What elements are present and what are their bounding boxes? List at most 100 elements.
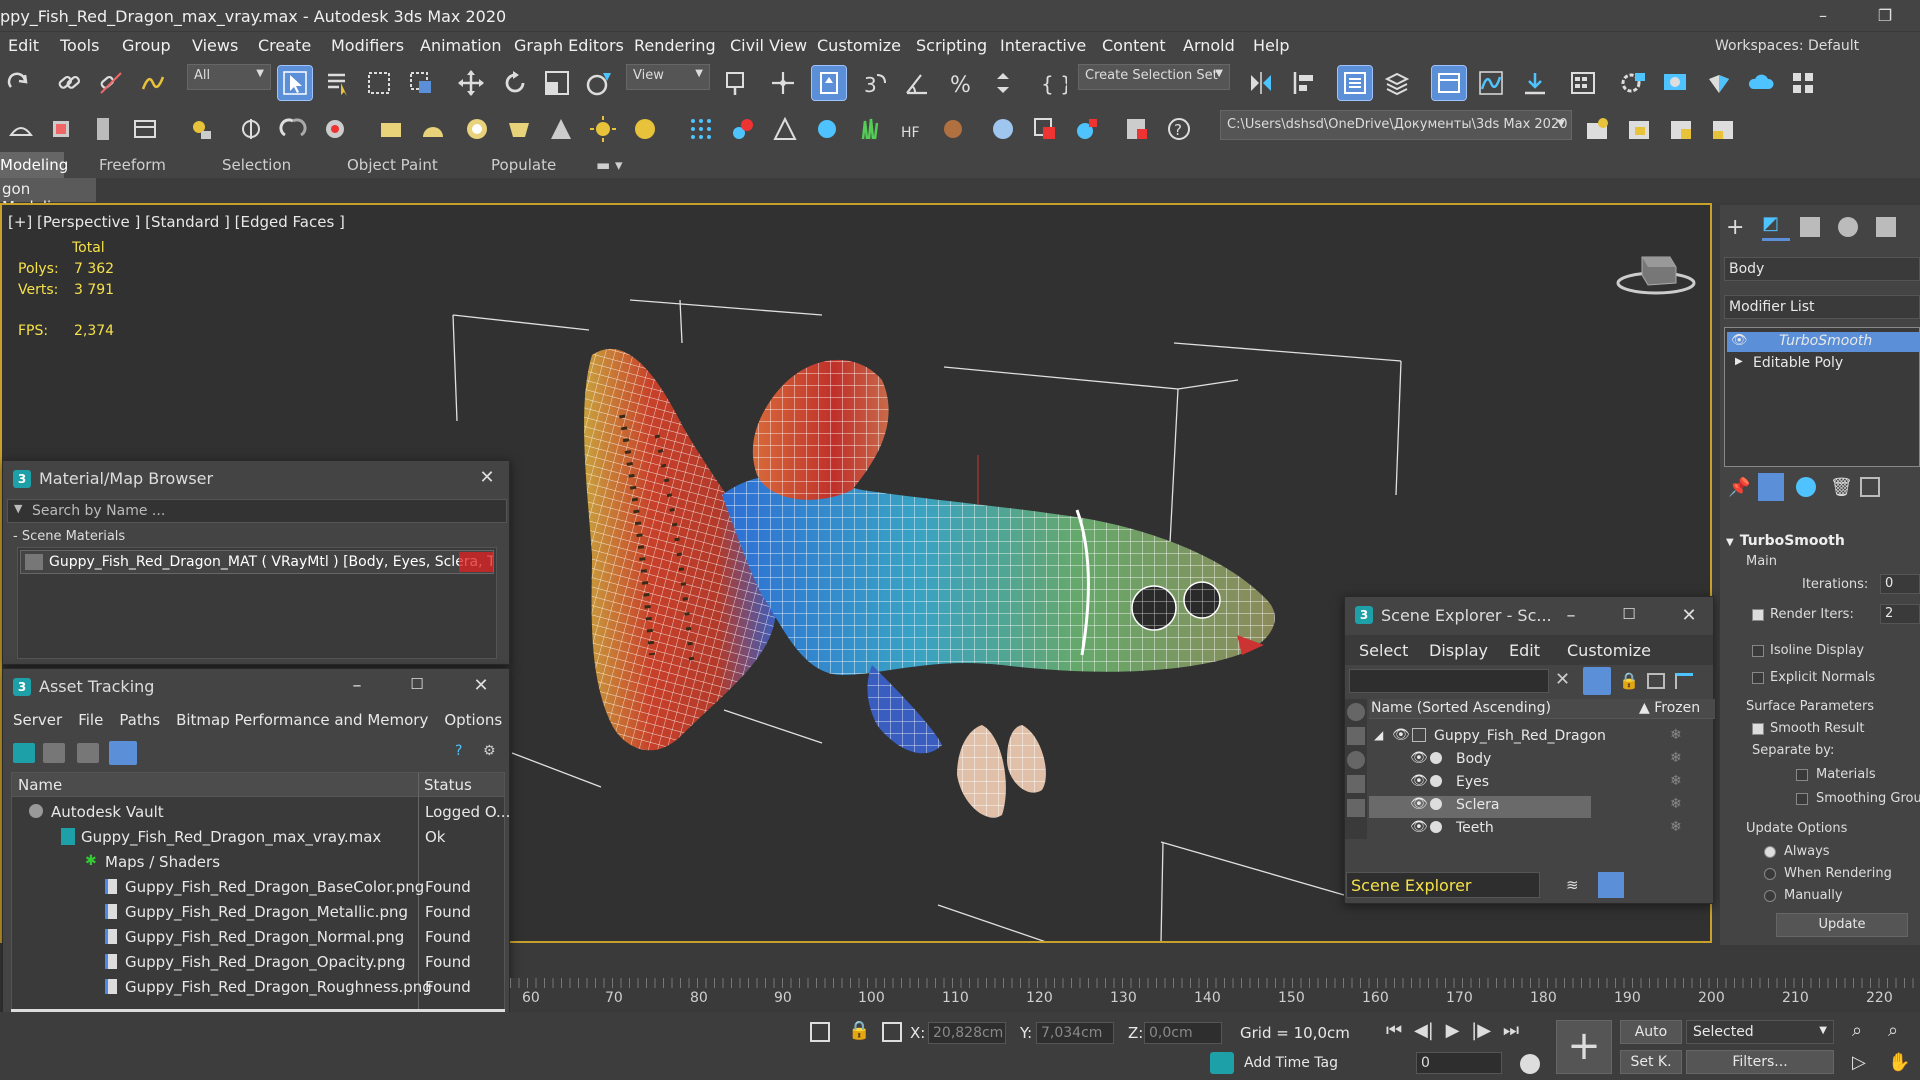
table-view-icon[interactable] xyxy=(77,743,99,763)
menu-content[interactable]: Content xyxy=(1102,36,1166,55)
select-and-manipulate-icon[interactable] xyxy=(766,66,800,100)
iterations-spinner[interactable]: 0 xyxy=(1880,574,1920,594)
go-to-end-icon[interactable]: ⏭ xyxy=(1503,1020,1519,1041)
expand-icon[interactable]: ◢ xyxy=(1374,728,1383,742)
hierarchy-icon[interactable] xyxy=(44,112,78,146)
modifier-item-turbosmooth[interactable]: 👁 TurboSmooth xyxy=(1727,332,1919,352)
menu-graph-editors[interactable]: Graph Editors xyxy=(514,36,624,55)
zoom-all-icon[interactable]: ⌕ xyxy=(1888,1020,1898,1041)
eye-icon[interactable]: 👁 xyxy=(1392,727,1410,743)
freeze-icon[interactable]: ❄ xyxy=(1670,796,1682,812)
close-icon[interactable]: ✕ xyxy=(1675,605,1703,629)
menu-rendering[interactable]: Rendering xyxy=(634,36,716,55)
wire-parameters-icon[interactable] xyxy=(234,112,268,146)
geometry-filter-icon[interactable] xyxy=(1347,703,1365,721)
save-folder-icon[interactable] xyxy=(1664,112,1698,146)
close-icon[interactable]: ✕ xyxy=(473,467,501,491)
pin-stack-icon[interactable]: 📌 xyxy=(1728,477,1750,498)
menu-edit[interactable]: Edit xyxy=(8,36,39,55)
render-production-icon[interactable] xyxy=(1702,66,1736,100)
unlink-icon[interactable] xyxy=(94,66,128,100)
configure-sets-icon[interactable] xyxy=(1860,477,1880,497)
help-icon[interactable]: ? xyxy=(455,743,475,763)
sun-icon[interactable] xyxy=(586,112,620,146)
explicit-normals-checkbox[interactable] xyxy=(1752,672,1764,684)
motion-tab-icon[interactable] xyxy=(1838,217,1858,237)
create-tab-icon[interactable]: + xyxy=(1726,215,1744,240)
open-folder-icon[interactable] xyxy=(1622,112,1656,146)
table-row[interactable]: Autodesk Vault Logged O... xyxy=(13,800,510,825)
materials-checkbox[interactable] xyxy=(1796,769,1808,781)
layer-toggle-icon[interactable] xyxy=(1675,673,1693,689)
modify-tab-icon[interactable]: ◩ xyxy=(1762,213,1790,241)
table-row[interactable]: Guppy_Fish_Red_Dragon_BaseColor.png Found xyxy=(13,875,505,900)
shapes-filter-icon[interactable] xyxy=(1347,727,1365,745)
set-key-button[interactable]: Set K. xyxy=(1620,1050,1682,1074)
material-editor-icon[interactable] xyxy=(1566,66,1600,100)
export-folder-icon[interactable] xyxy=(1706,112,1740,146)
percent-snap-icon[interactable]: % xyxy=(944,66,978,100)
maximize-icon[interactable]: ☐ xyxy=(1615,605,1643,629)
table-row[interactable]: Guppy_Fish_Red_Dragon_Roughness.png Found xyxy=(13,975,505,1000)
absolute-mode-icon[interactable] xyxy=(882,1022,902,1042)
display-tab-icon[interactable] xyxy=(1876,217,1896,237)
minimize-icon[interactable]: – xyxy=(343,675,371,699)
menu-create[interactable]: Create xyxy=(258,36,311,55)
edit-named-selection-icon[interactable]: { } xyxy=(1036,66,1070,100)
field-of-view-icon[interactable]: ▷ xyxy=(1852,1052,1866,1073)
rotate-icon[interactable] xyxy=(498,66,532,100)
lock-icon[interactable]: 🔒 xyxy=(1619,671,1639,690)
object-name-field[interactable]: Body xyxy=(1724,257,1920,281)
angle-snap-icon[interactable] xyxy=(900,66,934,100)
create-selection-set-dropdown[interactable]: Create Selection Set ▼ xyxy=(1078,64,1230,90)
plane-icon[interactable] xyxy=(374,112,408,146)
texture-icon[interactable] xyxy=(1028,112,1062,146)
smooth-result-checkbox[interactable] xyxy=(1752,723,1764,735)
key-filter-dropdown[interactable]: Selected ▼ xyxy=(1686,1020,1834,1044)
sphere-fade-icon[interactable] xyxy=(936,112,970,146)
menu-file[interactable]: File xyxy=(78,711,103,729)
sort-by-hierarchy-icon[interactable] xyxy=(1598,872,1624,898)
scene-explorer-title-bar[interactable]: 3 Scene Explorer - Sc... xyxy=(1345,597,1713,635)
toggle-ribbon-icon[interactable] xyxy=(1431,65,1467,101)
menu-options[interactable]: Options xyxy=(444,711,502,729)
eye-icon[interactable]: 👁 xyxy=(1410,750,1428,766)
eye-icon[interactable]: 👁 xyxy=(1410,819,1428,835)
tree-root-row[interactable]: ◢ 👁 Guppy_Fish_Red_Dragon ❄ xyxy=(1370,726,1730,748)
column-frozen[interactable]: ▲ Frozen xyxy=(1639,700,1700,716)
tab-modeling[interactable]: Modeling xyxy=(0,156,68,174)
freeze-icon[interactable]: ❄ xyxy=(1670,773,1682,789)
toggle-scene-explorer-icon[interactable] xyxy=(1337,65,1373,101)
material-browser-title-bar[interactable]: 3 Material/Map Browser xyxy=(3,461,509,497)
tree-item[interactable]: 👁 Body ❄ xyxy=(1370,749,1730,771)
manually-radio[interactable] xyxy=(1764,890,1776,902)
eye-icon[interactable]: 👁 xyxy=(1731,333,1748,348)
tab-populate[interactable]: Populate xyxy=(491,156,556,174)
ribbon-options-icon[interactable]: ▬ ▾ xyxy=(596,156,622,174)
tab-object-paint[interactable]: Object Paint xyxy=(347,156,438,174)
make-unique-icon[interactable] xyxy=(1796,477,1816,497)
rectangular-selection-icon[interactable] xyxy=(362,66,396,100)
menu-group[interactable]: Group xyxy=(122,36,171,55)
render-icon[interactable] xyxy=(1430,821,1442,833)
render-iters-checkbox[interactable] xyxy=(1752,609,1764,621)
zoom-icon[interactable]: ⌕ xyxy=(1852,1020,1862,1041)
smoothing-groups-checkbox[interactable] xyxy=(1796,793,1808,805)
container-icon[interactable] xyxy=(4,112,38,146)
menu-scripting[interactable]: Scripting xyxy=(916,36,987,55)
helpers-filter-icon[interactable] xyxy=(1347,799,1365,817)
freeze-icon[interactable]: ❄ xyxy=(1670,750,1682,766)
menu-paths[interactable]: Paths xyxy=(119,711,160,729)
menu-animation[interactable]: Animation xyxy=(420,36,502,55)
tree-item[interactable]: 👁 Sclera ❄ xyxy=(1370,795,1730,817)
filter-icon[interactable] xyxy=(1583,667,1611,695)
menu-customize[interactable]: Customize xyxy=(817,36,901,55)
bind-space-warp-icon[interactable] xyxy=(136,66,170,100)
always-radio[interactable] xyxy=(1764,846,1776,858)
window-crossing-icon[interactable] xyxy=(404,66,438,100)
minimize-icon[interactable]: – xyxy=(1557,605,1585,629)
asset-tracking-title-bar[interactable]: 3 Asset Tracking xyxy=(3,669,509,705)
render-iters-spinner[interactable]: 2 xyxy=(1880,604,1920,624)
render-icon[interactable] xyxy=(1430,798,1442,810)
link-icon[interactable] xyxy=(52,66,86,100)
